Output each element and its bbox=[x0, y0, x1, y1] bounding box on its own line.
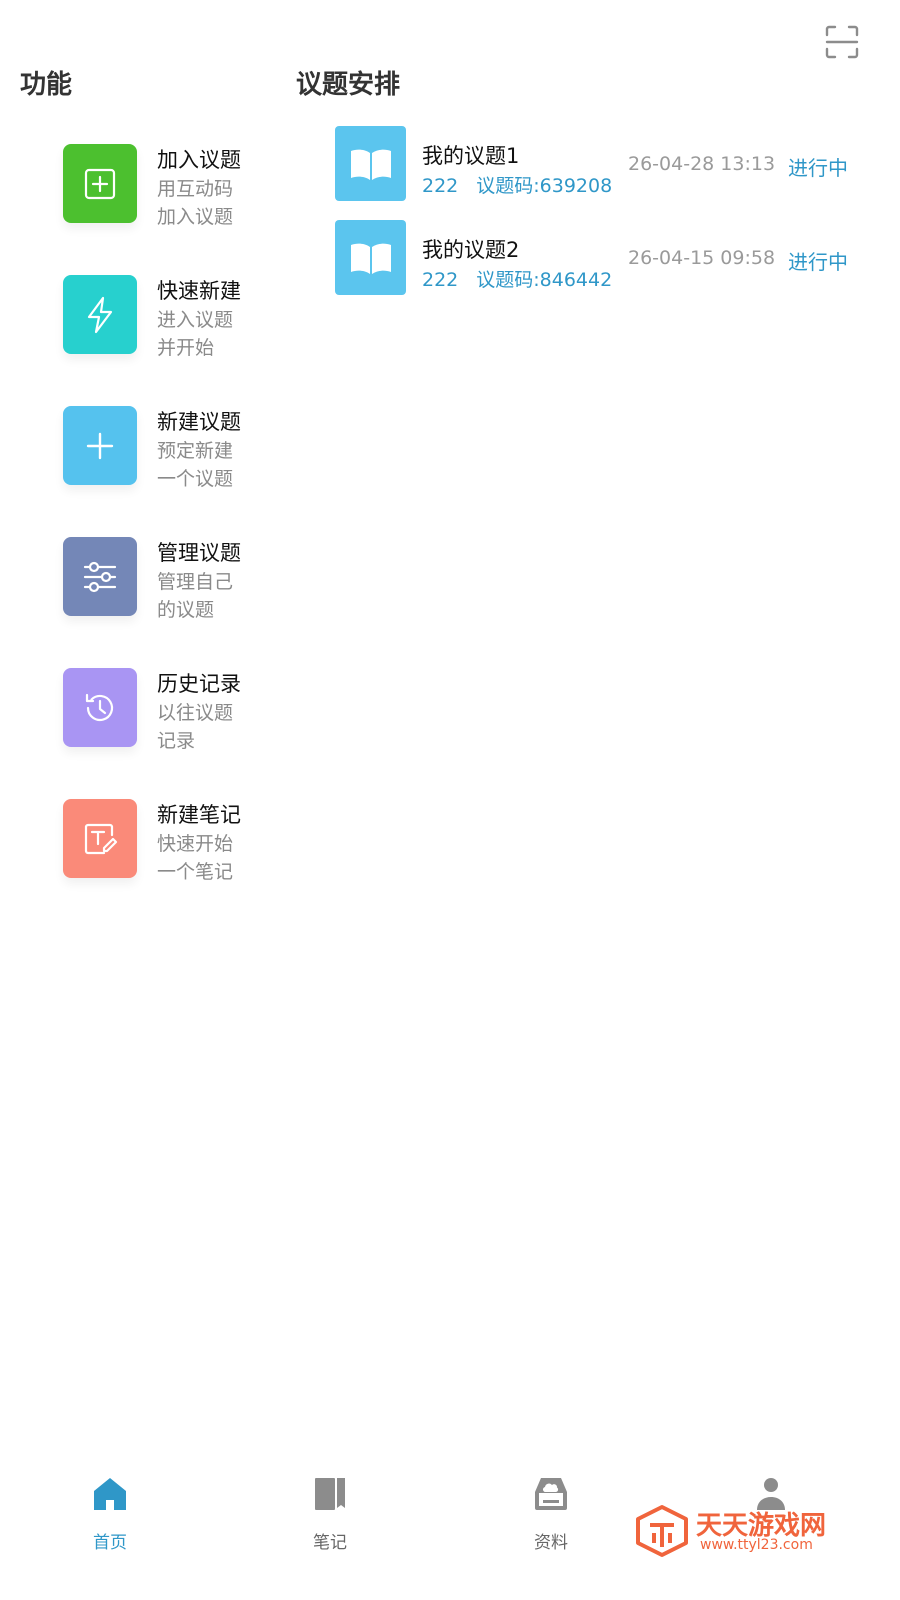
topic-status: 进行中 bbox=[788, 156, 848, 180]
topic-number: 222 bbox=[422, 269, 459, 291]
topic-name: 我的议题2 bbox=[422, 238, 520, 262]
topic-status: 进行中 bbox=[788, 250, 848, 274]
topic-item[interactable]: 我的议题1 222 议题码:639208 26-04-28 13:13 进行中 bbox=[335, 126, 875, 220]
feature-tile bbox=[63, 668, 137, 747]
feature-tile bbox=[63, 406, 137, 485]
book-open-icon bbox=[350, 243, 391, 274]
features-list: 加入议题 用互动码加入议题 快速新建 进入议题并开始 新建议题 预定新建一个议题 bbox=[63, 144, 273, 930]
topic-time: 26-04-28 13:13 bbox=[628, 153, 776, 175]
feature-title: 快速新建 bbox=[157, 279, 241, 303]
topic-code: 议题码:846442 bbox=[476, 269, 613, 291]
feature-history[interactable]: 历史记录 以往议题记录 bbox=[63, 668, 273, 799]
topic-meta: 222 议题码:639208 bbox=[422, 171, 612, 198]
topic-item[interactable]: 我的议题2 222 议题码:846442 26-04-15 09:58 进行中 bbox=[335, 220, 875, 314]
feature-tile bbox=[63, 144, 137, 223]
topic-name: 我的议题1 bbox=[422, 144, 520, 168]
feature-new-topic[interactable]: 新建议题 预定新建一个议题 bbox=[63, 406, 273, 537]
notebook-icon bbox=[315, 1478, 345, 1510]
feature-desc: 管理自己的议题 bbox=[157, 571, 234, 621]
scan-icon bbox=[825, 25, 859, 59]
nav-home[interactable]: 首页 bbox=[50, 1472, 170, 1572]
topic-number: 222 bbox=[422, 175, 459, 197]
feature-quick-new[interactable]: 快速新建 进入议题并开始 bbox=[63, 275, 273, 406]
nav-home-label: 首页 bbox=[93, 1533, 127, 1553]
feature-desc: 用互动码加入议题 bbox=[157, 178, 234, 228]
book-open-icon bbox=[350, 149, 391, 180]
feature-desc: 快速开始一个笔记 bbox=[157, 833, 234, 883]
nav-materials-label: 资料 bbox=[534, 1533, 568, 1553]
history-icon bbox=[85, 693, 114, 721]
sliders-icon bbox=[83, 561, 117, 592]
plus-square-icon bbox=[84, 168, 116, 199]
schedule-title: 议题安排 bbox=[296, 70, 401, 100]
home-icon bbox=[94, 1478, 126, 1510]
feature-desc: 进入议题并开始 bbox=[157, 309, 234, 359]
scan-button[interactable] bbox=[824, 24, 860, 60]
nav-notes[interactable]: 笔记 bbox=[270, 1472, 390, 1572]
feature-manage-topic[interactable]: 管理议题 管理自己的议题 bbox=[63, 537, 273, 668]
topic-meta: 222 议题码:846442 bbox=[422, 265, 612, 292]
feature-desc: 以往议题记录 bbox=[157, 702, 234, 752]
topic-list: 我的议题1 222 议题码:639208 26-04-28 13:13 进行中 我… bbox=[335, 126, 875, 314]
watermark-url: www.ttyl23.com bbox=[700, 1537, 813, 1553]
note-edit-icon bbox=[84, 823, 118, 854]
nav-materials[interactable]: 资料 bbox=[491, 1472, 611, 1572]
feature-new-note[interactable]: 新建笔记 快速开始一个笔记 bbox=[63, 799, 273, 930]
app-screen: 功能 议题安排 加入议题 用互动码加入议题 快速新建 进入议题并开始 新建议题 … bbox=[0, 0, 900, 1600]
nav-notes-label: 笔记 bbox=[313, 1533, 347, 1553]
feature-title: 新建议题 bbox=[157, 410, 241, 434]
feature-desc: 预定新建一个议题 bbox=[157, 440, 234, 490]
feature-tile bbox=[63, 799, 137, 878]
lightning-icon bbox=[87, 296, 113, 333]
topic-time: 26-04-15 09:58 bbox=[628, 247, 776, 269]
feature-title: 历史记录 bbox=[157, 672, 241, 696]
watermark: 天天游戏网 www.ttyl23.com bbox=[634, 1503, 874, 1563]
topic-book-tile bbox=[335, 126, 406, 201]
watermark-logo-icon bbox=[636, 1505, 688, 1557]
topic-book-tile bbox=[335, 220, 406, 295]
cloud-drive-icon bbox=[535, 1478, 567, 1510]
topic-code: 议题码:639208 bbox=[476, 175, 613, 197]
feature-tile bbox=[63, 275, 137, 354]
feature-join-topic[interactable]: 加入议题 用互动码加入议题 bbox=[63, 144, 273, 275]
feature-title: 新建笔记 bbox=[157, 803, 241, 827]
feature-title: 加入议题 bbox=[157, 148, 241, 172]
feature-title: 管理议题 bbox=[157, 541, 241, 565]
plus-icon bbox=[86, 432, 114, 459]
features-title: 功能 bbox=[20, 70, 73, 100]
feature-tile bbox=[63, 537, 137, 616]
